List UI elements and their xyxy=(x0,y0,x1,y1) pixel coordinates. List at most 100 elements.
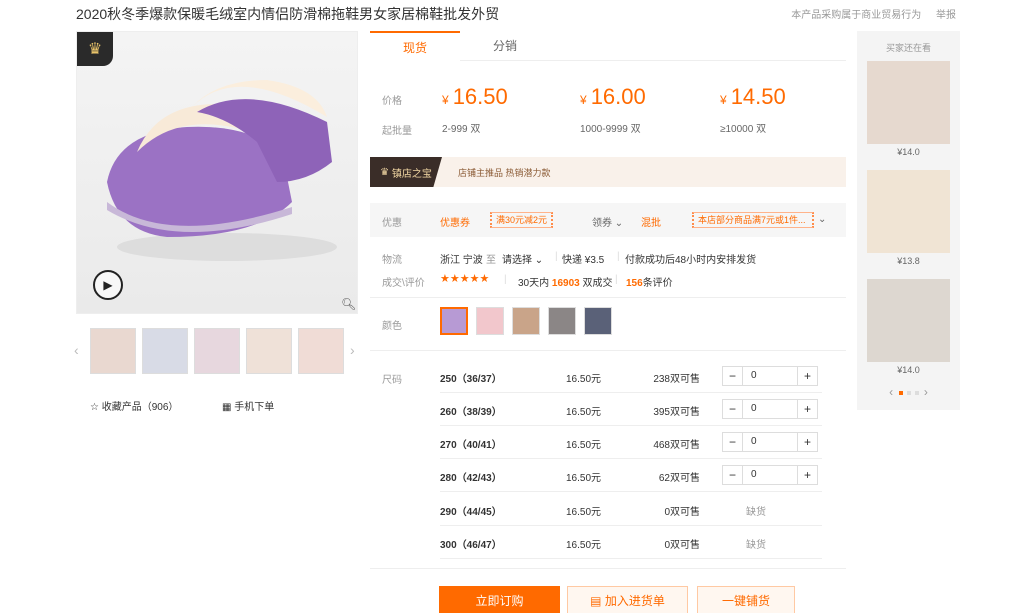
main-product-image[interactable]: ♛ ▶ 🔍︎ xyxy=(76,31,358,314)
deals-30d: 30天内 16903 双成交 xyxy=(518,278,613,289)
minus-button[interactable]: − xyxy=(723,400,743,418)
plus-button[interactable]: + xyxy=(797,400,817,418)
separator: | xyxy=(555,251,558,262)
side-product-price: ¥14.0 xyxy=(897,365,920,375)
mobile-order-button[interactable]: ▦ 手机下单 xyxy=(222,398,274,413)
chevron-down-icon[interactable]: ⌄ xyxy=(818,214,826,225)
clipboard-icon: ▤ xyxy=(590,594,605,608)
logistics-to: 至 xyxy=(486,255,496,266)
star-outline-icon: ☆ xyxy=(90,402,99,413)
quantity-input[interactable]: 0 xyxy=(751,370,757,381)
color-swatch-purple[interactable] xyxy=(440,307,468,335)
color-swatch-navy[interactable] xyxy=(584,307,612,335)
zoom-icon[interactable]: 🔍︎ xyxy=(341,297,356,311)
also-viewing-panel: 买家还在看 ¥14.0 ¥13.8 ¥14.0 ‹ › xyxy=(857,31,960,410)
minus-button[interactable]: − xyxy=(723,367,743,385)
size-label: 尺码 xyxy=(382,375,402,386)
thumbnail[interactable] xyxy=(194,328,240,374)
plus-button[interactable]: + xyxy=(797,367,817,385)
separator: | xyxy=(617,251,620,262)
tab-spot[interactable]: 现货 xyxy=(370,31,460,61)
thumbnail-strip: ‹ › xyxy=(74,328,358,376)
size-row: 290（44/45） 16.50元 0双可售 缺货 xyxy=(440,493,822,526)
price-tier-3: ¥14.50 xyxy=(720,84,786,109)
plus-button[interactable]: + xyxy=(797,466,817,484)
add-to-cart-button[interactable]: ▤ 加入进货单 xyxy=(567,586,688,613)
pager-dot[interactable] xyxy=(906,390,911,395)
coupon-row: 优惠 优惠券 满30元减2元 领券 ⌄ 混批 本店部分商品满7元或1件... ⌄ xyxy=(370,203,846,237)
divider xyxy=(370,297,846,298)
chevron-right-icon[interactable]: › xyxy=(924,385,928,399)
rating-label: 成交\评价 xyxy=(382,278,425,289)
qty-range-1: 2-999 双 xyxy=(442,124,481,135)
store-treasure-badge: ♛ 镇店之宝 xyxy=(370,157,442,187)
play-video-icon[interactable]: ▶ xyxy=(93,270,123,300)
favorite-label: 收藏产品（906） xyxy=(101,402,179,413)
quantity-input[interactable]: 0 xyxy=(751,436,757,447)
chevron-down-icon: ⌄ xyxy=(534,255,544,266)
separator: | xyxy=(615,274,618,285)
chevron-down-icon: ⌄ xyxy=(614,218,624,229)
quantity-stepper: − 0 + xyxy=(722,366,818,386)
coupon-type: 优惠券 xyxy=(440,218,470,229)
divider xyxy=(370,350,846,351)
tab-distribution[interactable]: 分销 xyxy=(460,31,550,61)
side-product-price: ¥13.8 xyxy=(897,256,920,266)
color-swatch-brown[interactable] xyxy=(512,307,540,335)
side-pager: ‹ › xyxy=(857,385,960,399)
also-viewing-title: 买家还在看 xyxy=(885,43,931,53)
side-product-image[interactable] xyxy=(867,61,950,144)
buy-now-button[interactable]: 立即订购 xyxy=(439,586,560,613)
quantity-input[interactable]: 0 xyxy=(751,403,757,414)
size-row: 270（40/41） 16.50元 468双可售 − 0 + xyxy=(440,426,822,459)
color-swatch-pink[interactable] xyxy=(476,307,504,335)
price-section: 价格 起批量 ¥16.50 ¥16.00 ¥14.50 2-999 双 1000… xyxy=(370,74,846,150)
top-right-links: 本产品采购属于商业贸易行为 举报 xyxy=(791,6,956,21)
side-product-image[interactable] xyxy=(867,170,950,253)
quantity-stepper: − 0 + xyxy=(722,465,818,485)
report-link[interactable]: 举报 xyxy=(936,10,956,21)
quantity-stepper: − 0 + xyxy=(722,399,818,419)
pager-dot[interactable] xyxy=(914,390,919,395)
thumbnail[interactable] xyxy=(142,328,188,374)
coupon-value[interactable]: 满30元减2元 xyxy=(490,212,554,228)
minus-button[interactable]: − xyxy=(723,433,743,451)
coupon-label: 优惠 xyxy=(382,218,402,229)
plus-button[interactable]: + xyxy=(797,433,817,451)
trade-notice: 本产品采购属于商业贸易行为 xyxy=(791,10,922,21)
logistics-origin: 浙江 宁波 xyxy=(440,255,483,266)
moq-label: 起批量 xyxy=(382,126,412,137)
price-tier-2: ¥16.00 xyxy=(580,84,646,109)
destination-select[interactable]: 请选择 ⌄ xyxy=(502,251,543,266)
one-click-distribute-button[interactable]: 一键铺货 xyxy=(697,586,795,613)
mixed-batch-value[interactable]: 本店部分商品满7元或1件... xyxy=(692,212,814,228)
size-row: 260（38/39） 16.50元 395双可售 − 0 + xyxy=(440,393,822,426)
qrcode-icon: ▦ xyxy=(222,402,232,413)
product-title: 2020秋冬季爆款保暖毛绒室内情侣防滑棉拖鞋男女家居棉鞋批发外贸 xyxy=(76,6,500,22)
thumb-prev-icon[interactable]: ‹ xyxy=(74,342,79,358)
color-label: 颜色 xyxy=(382,321,402,332)
price-tier-1: ¥16.50 xyxy=(442,84,508,109)
get-coupon-button[interactable]: 领券 ⌄ xyxy=(592,214,623,229)
color-swatch-gray[interactable] xyxy=(548,307,576,335)
size-row: 300（46/47） 16.50元 0双可售 缺货 xyxy=(440,526,822,559)
reviews-link[interactable]: 156条评价 xyxy=(626,274,673,289)
thumbnail[interactable] xyxy=(298,328,344,374)
thumb-next-icon[interactable]: › xyxy=(350,342,355,358)
favorite-button[interactable]: ☆ 收藏产品（906） xyxy=(90,398,178,413)
pager-dot[interactable] xyxy=(898,390,903,395)
shipping-note: 付款成功后48小时内安排发货 xyxy=(625,255,757,266)
crown-icon: ♛ xyxy=(77,32,113,66)
mobile-order-label: 手机下单 xyxy=(234,402,275,413)
thumbnail[interactable] xyxy=(246,328,292,374)
sold-out-label: 缺货 xyxy=(746,507,766,518)
sold-out-label: 缺货 xyxy=(746,540,766,551)
chevron-left-icon[interactable]: ‹ xyxy=(889,385,893,399)
slipper-illustration xyxy=(107,80,337,261)
minus-button[interactable]: − xyxy=(723,466,743,484)
price-label: 价格 xyxy=(382,96,402,107)
side-product-image[interactable] xyxy=(867,279,950,362)
size-row: 280（42/43） 16.50元 62双可售 − 0 + xyxy=(440,459,822,492)
quantity-input[interactable]: 0 xyxy=(751,469,757,480)
thumbnail[interactable] xyxy=(90,328,136,374)
